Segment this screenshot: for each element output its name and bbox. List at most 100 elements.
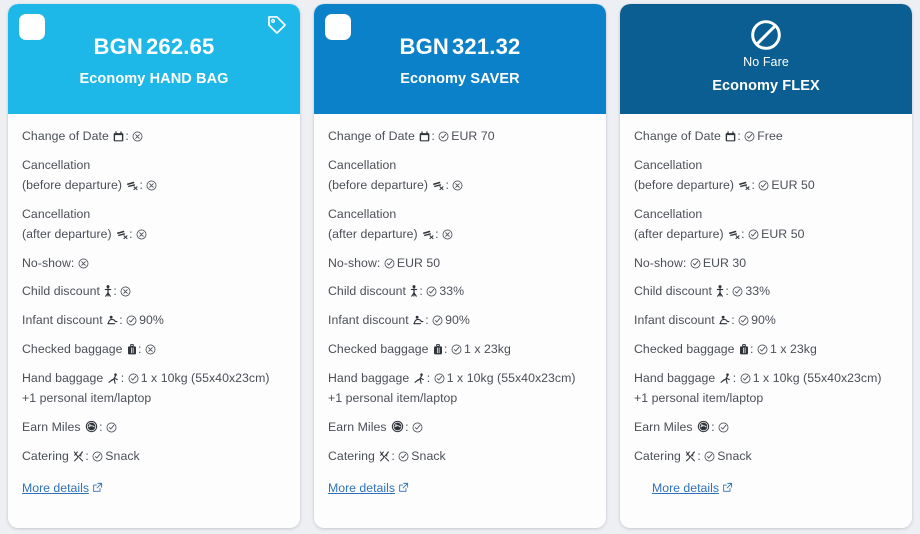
feature-colon: :	[129, 227, 136, 241]
infant-icon	[719, 315, 730, 326]
feature-label: Child discount	[22, 284, 100, 298]
fare-name: Economy FLEX	[630, 78, 902, 94]
fare-card-economy-flex[interactable]: No Fare Economy FLEX Change of Date : Free…	[620, 4, 912, 528]
feature-row-1: Change of Date : Free	[634, 127, 898, 147]
check-circle-icon	[757, 344, 768, 355]
feature-label: Child discount	[328, 284, 406, 298]
feature-row-6: Infant discount : 90%	[634, 311, 898, 331]
fare-select-checkbox[interactable]	[19, 14, 45, 40]
price-tag-icon	[266, 14, 288, 36]
check-circle-icon	[744, 131, 755, 142]
infant-icon	[107, 315, 118, 326]
fare-options-grid: BGN262.65Economy HAND BAGChange of Date …	[0, 0, 920, 534]
feature-label: Change of Date	[22, 129, 109, 143]
check-circle-icon	[732, 286, 743, 297]
feature-row-2: Cancellation(before departure) :	[328, 156, 592, 196]
feature-colon: :	[391, 449, 398, 463]
feature-label: Catering	[634, 449, 681, 463]
cross-circle-icon	[120, 286, 131, 297]
fare-currency: BGN	[94, 34, 144, 59]
feature-value: EUR 50	[397, 256, 440, 270]
check-circle-icon	[758, 180, 769, 191]
child-icon	[716, 285, 724, 297]
fare-card-body: Change of Date : EUR 70 Cancellation(befo…	[314, 114, 606, 528]
feature-label: Cancellation	[22, 158, 90, 172]
feature-colon: :	[85, 449, 92, 463]
feature-row-8: Hand baggage : 1 x 10kg (55x40x23cm) +1 …	[634, 369, 898, 409]
feature-label: Earn Miles	[22, 420, 81, 434]
cross-circle-icon	[145, 344, 156, 355]
fare-select-checkbox[interactable]	[325, 14, 351, 40]
fare-card-economy-hand-bag[interactable]: BGN262.65Economy HAND BAGChange of Date …	[8, 4, 300, 528]
cross-circle-icon	[452, 180, 463, 191]
fare-card-economy-saver[interactable]: BGN321.32Economy SAVERChange of Date : E…	[314, 4, 606, 528]
feature-label: Cancellation	[328, 207, 396, 221]
cancel-ticket-icon	[126, 180, 138, 191]
more-details-link[interactable]: More details	[652, 481, 733, 495]
feature-colon: :	[751, 178, 758, 192]
feature-value: 33%	[439, 284, 464, 298]
feature-value: 1 x 23kg	[770, 342, 817, 356]
feature-colon: :	[741, 227, 748, 241]
feature-colon: :	[125, 129, 132, 143]
feature-row-1: Change of Date : EUR 70	[328, 127, 592, 147]
feature-value: 90%	[445, 313, 470, 327]
check-circle-icon	[740, 373, 751, 384]
feature-label: Child discount	[634, 284, 712, 298]
check-circle-icon	[106, 422, 117, 433]
check-circle-icon	[451, 344, 462, 355]
feature-colon: :	[725, 284, 732, 298]
feature-label: Catering	[328, 449, 375, 463]
feature-label-second-line: (after departure)	[328, 227, 418, 241]
more-details-label: More details	[328, 481, 395, 495]
feature-colon: :	[119, 313, 126, 327]
check-circle-icon	[738, 315, 749, 326]
check-circle-icon	[384, 258, 395, 269]
feature-value: Snack	[411, 449, 445, 463]
feature-row-6: Infant discount : 90%	[22, 311, 286, 331]
cutlery-icon	[73, 451, 84, 462]
cutlery-icon	[379, 451, 390, 462]
check-circle-icon	[718, 422, 729, 433]
feature-label: Earn Miles	[328, 420, 387, 434]
check-circle-icon	[426, 286, 437, 297]
more-details-label: More details	[22, 481, 89, 495]
feature-colon: :	[711, 420, 718, 434]
check-circle-icon	[92, 451, 103, 462]
feature-label: Change of Date	[328, 129, 415, 143]
no-fare-block: No Fare	[630, 18, 902, 69]
feature-label: Hand baggage	[328, 371, 409, 385]
hand-baggage-icon	[720, 373, 732, 384]
feature-value: 33%	[745, 284, 770, 298]
check-circle-icon	[126, 315, 137, 326]
feature-label: Hand baggage	[634, 371, 715, 385]
feature-colon: :	[405, 420, 412, 434]
feature-row-10: Catering : Snack	[22, 447, 286, 467]
feature-value: EUR 30	[703, 256, 746, 270]
feature-row-1: Change of Date :	[22, 127, 286, 147]
feature-row-5: Child discount : 33%	[328, 282, 592, 302]
check-circle-icon	[434, 373, 445, 384]
fare-price: BGN321.32	[324, 34, 596, 60]
feature-label-second-line: (before departure)	[22, 178, 122, 192]
more-details-link[interactable]: More details	[328, 481, 409, 495]
feature-row-7: Checked baggage :	[22, 340, 286, 360]
check-circle-icon	[704, 451, 715, 462]
more-details-label: More details	[652, 481, 719, 495]
infant-icon	[413, 315, 424, 326]
feature-row-3: Cancellation(after departure) :	[22, 205, 286, 245]
feature-value: EUR 70	[451, 129, 494, 143]
check-circle-icon	[690, 258, 701, 269]
check-circle-icon	[748, 229, 759, 240]
feature-row-4: No-show: EUR 30	[634, 254, 898, 274]
feature-label-second-line: (after departure)	[634, 227, 724, 241]
feature-value: Snack	[717, 449, 751, 463]
cutlery-icon	[685, 451, 696, 462]
check-circle-icon	[432, 315, 443, 326]
more-details-link[interactable]: More details	[22, 481, 103, 495]
calendar-icon	[725, 131, 736, 142]
feature-colon: :	[113, 284, 120, 298]
feature-label: Infant discount	[634, 313, 715, 327]
feature-row-9: Earn Miles :	[22, 418, 286, 438]
feature-colon: :	[697, 449, 704, 463]
